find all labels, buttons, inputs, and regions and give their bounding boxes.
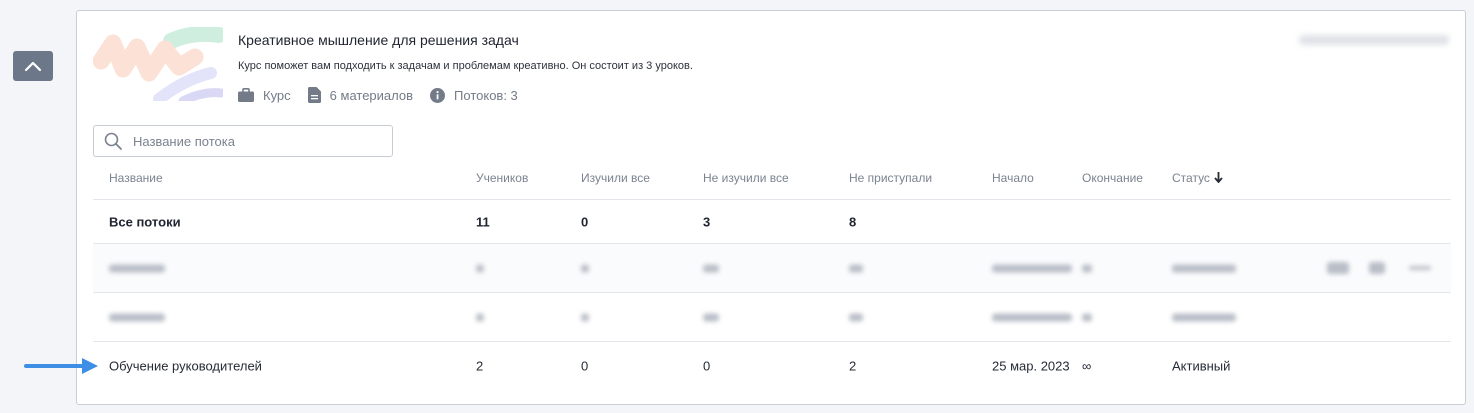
column-header-not-started[interactable]: Не приступали bbox=[849, 171, 932, 185]
collapse-button[interactable] bbox=[13, 51, 53, 81]
blurred-cell bbox=[992, 261, 1072, 276]
stream-not-completed: 0 bbox=[703, 358, 711, 374]
blurred-cell bbox=[1172, 310, 1236, 325]
stream-completed: 0 bbox=[581, 358, 589, 374]
blurred-cell bbox=[992, 310, 1072, 325]
blurred-action[interactable] bbox=[1327, 262, 1349, 274]
table-row[interactable] bbox=[93, 244, 1451, 293]
stream-search[interactable] bbox=[93, 125, 393, 157]
blurred-cell bbox=[1172, 261, 1236, 276]
course-meta: Курс 6 материалов Потоков: 3 bbox=[238, 87, 535, 103]
all-streams-completed: 0 bbox=[581, 214, 589, 229]
all-streams-students: 11 bbox=[476, 214, 490, 229]
column-header-name[interactable]: Название bbox=[109, 171, 163, 185]
streams-table: Название Учеников Изучили все Не изучили… bbox=[93, 156, 1451, 390]
blurred-action[interactable] bbox=[1369, 262, 1385, 274]
course-materials: 6 материалов bbox=[307, 87, 414, 103]
column-header-students[interactable]: Учеников bbox=[476, 171, 528, 185]
blurred-cell bbox=[581, 310, 589, 325]
blurred-cell bbox=[703, 261, 719, 276]
table-row-highlighted[interactable]: Обучение руководителей 2 0 0 2 25 мар. 2… bbox=[93, 342, 1451, 390]
stream-end-date: ∞ bbox=[1082, 358, 1092, 374]
column-header-status-label: Статус bbox=[1172, 170, 1210, 185]
stream-name: Обучение руководителей bbox=[109, 358, 262, 374]
arrow-down-icon bbox=[1214, 172, 1223, 183]
pointer-arrow-icon bbox=[24, 358, 98, 374]
chevron-up-icon bbox=[24, 61, 42, 72]
row-actions bbox=[1327, 262, 1431, 274]
stream-start-date: 25 мар. 2023 bbox=[992, 358, 1070, 374]
course-title: Креативное мышление для решения задач bbox=[238, 32, 519, 48]
column-header-not-completed[interactable]: Не изучили все bbox=[703, 171, 789, 185]
document-icon bbox=[307, 87, 321, 103]
all-streams-not-started: 8 bbox=[849, 214, 857, 229]
briefcase-icon bbox=[238, 88, 254, 102]
table-row-all-streams[interactable]: Все потоки 11 0 3 8 bbox=[93, 200, 1451, 244]
stream-students: 2 bbox=[476, 358, 484, 374]
stream-status: Активный bbox=[1172, 358, 1231, 374]
column-header-end[interactable]: Окончание bbox=[1082, 171, 1143, 185]
course-logo bbox=[93, 27, 223, 101]
column-header-start[interactable]: Начало bbox=[992, 171, 1034, 185]
blurred-cell bbox=[476, 310, 484, 325]
blurred-cell bbox=[109, 310, 165, 325]
blurred-info bbox=[1299, 35, 1449, 45]
course-card: Креативное мышление для решения задач Ку… bbox=[76, 10, 1466, 405]
table-row[interactable] bbox=[93, 293, 1451, 342]
blurred-cell bbox=[1082, 310, 1092, 325]
search-icon bbox=[104, 132, 122, 150]
streams-count: Потоков: 3 bbox=[454, 87, 518, 103]
stream-not-started: 2 bbox=[849, 358, 857, 374]
blurred-cell bbox=[1082, 261, 1092, 276]
search-input[interactable] bbox=[131, 132, 385, 150]
table-header: Название Учеников Изучили все Не изучили… bbox=[93, 156, 1451, 200]
all-streams-name: Все потоки bbox=[109, 214, 181, 229]
materials-count: 6 материалов bbox=[329, 87, 414, 103]
course-type: Курс bbox=[238, 88, 291, 103]
blurred-cell bbox=[109, 261, 165, 276]
course-type-label: Курс bbox=[263, 87, 291, 103]
all-streams-not-completed: 3 bbox=[703, 214, 711, 229]
blurred-cell bbox=[476, 261, 484, 276]
blurred-cell bbox=[581, 261, 589, 276]
course-streams: Потоков: 3 bbox=[430, 87, 518, 103]
info-icon bbox=[430, 87, 446, 103]
column-header-status[interactable]: Статус bbox=[1172, 171, 1223, 185]
course-description: Курс поможет вам подходить к задачам и п… bbox=[238, 60, 693, 72]
blurred-cell bbox=[849, 310, 863, 325]
column-header-completed[interactable]: Изучили все bbox=[581, 171, 650, 185]
blurred-action[interactable] bbox=[1409, 266, 1431, 270]
blurred-cell bbox=[849, 261, 863, 276]
blurred-cell bbox=[703, 310, 719, 325]
